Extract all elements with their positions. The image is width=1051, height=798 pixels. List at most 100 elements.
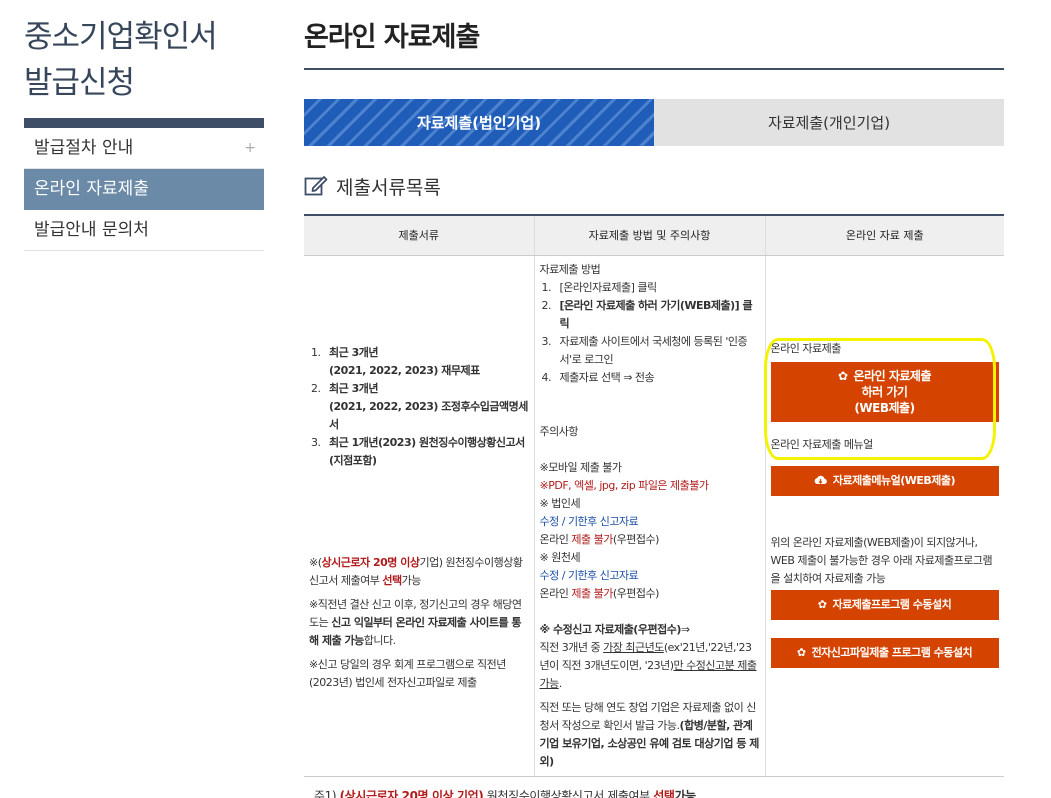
- sidebar-item-label: 발급절차 안내: [34, 138, 134, 158]
- gear-icon: ✿: [817, 597, 827, 611]
- manual-label: 온라인 자료제출 메뉴얼: [770, 437, 874, 451]
- required-docs-cell: 1. 최근 3개년 (2021, 2022, 2023) 재무제표 2. 최근 3…: [304, 255, 534, 777]
- caution-with-online: 온라인 제출 불가(우편접수): [540, 585, 761, 603]
- efile-program-button[interactable]: ✿ 전자신고파일제출 프로그램 수동설치: [770, 637, 999, 668]
- section-title: 제출서류목록: [336, 176, 441, 199]
- text: 제출 불가: [571, 586, 613, 600]
- button-label: 자료제출프로그램 수동설치: [832, 597, 952, 611]
- text: 온라인: [539, 532, 572, 546]
- doc-line: (2021, 2022, 2023) 조정후수입금액명세서: [329, 399, 528, 431]
- doc-line: (지점포함): [329, 453, 377, 467]
- text: (우편접수): [612, 532, 660, 546]
- text: .: [558, 676, 563, 690]
- text: 가장 최근년도: [603, 640, 664, 654]
- table-row: 1. 최근 3개년 (2021, 2022, 2023) 재무제표 2. 최근 3…: [304, 255, 1004, 777]
- note-paragraph: ※신고 당일의 경우 회계 프로그램으로 직전년(2023년) 법인세 전자신고…: [309, 657, 506, 689]
- text: (상시근로자 20명 이상 기업): [339, 788, 484, 798]
- list-item: 2. [온라인 자료제출 하러 가기(WEB제출)] 클릭: [540, 297, 761, 333]
- button-label: 하러 가기: [861, 384, 908, 399]
- list-num: 2.: [311, 381, 321, 395]
- doc-line: (2021, 2022, 2023) 재무제표: [329, 363, 480, 377]
- step-text: 자료제출 사이트에서 국세청에 등록된 '인증서'로 로그인: [559, 334, 748, 366]
- text: 선택: [653, 788, 675, 798]
- text: (우편접수): [612, 586, 660, 600]
- manual-button[interactable]: 자료제출메뉴얼(WEB제출): [770, 465, 999, 496]
- list-num: 1.: [541, 280, 552, 294]
- text: 주1): [314, 788, 340, 798]
- edit-icon: [304, 176, 328, 196]
- doc-line: 최근 3개년: [329, 345, 378, 359]
- text: 직전 3개년 중: [539, 640, 604, 654]
- install-program-button[interactable]: ✿ 자료제출프로그램 수동설치: [770, 589, 999, 620]
- document-table: 제출서류 자료제출 방법 및 주의사항 온라인 자료 제출 1. 최근 3개년 (…: [304, 214, 1004, 777]
- list-item: 1. 최근 3개년 (2021, 2022, 2023) 재무제표: [309, 344, 529, 380]
- sidebar-item-online-submission[interactable]: 온라인 자료제출: [24, 169, 264, 210]
- page-title: 온라인 자료제출: [304, 22, 480, 53]
- text: 선택: [382, 573, 402, 587]
- step-text: [온라인자료제출] 클릭: [559, 280, 658, 294]
- sidebar-item-label: 온라인 자료제출: [34, 179, 149, 199]
- method-title: 자료제출 방법: [539, 262, 601, 276]
- tab-individual[interactable]: 자료제출(개인기업): [654, 99, 1004, 146]
- text: 가능: [674, 788, 697, 798]
- caution-corp-online: 온라인 제출 불가(우편접수): [540, 531, 761, 549]
- caution-withholding: ※ 원천세: [539, 550, 581, 564]
- sidebar-title-line1: 중소기업확인서: [24, 19, 218, 55]
- list-num: 1.: [311, 345, 321, 359]
- list-num: 2.: [541, 298, 552, 312]
- startup-note: 직전 또는 당해 연도 창업 기업은 자료제출 없이 신청서 작성으로 확인서 …: [540, 699, 761, 771]
- tab-corporate[interactable]: 자료제출(법인기업): [304, 99, 654, 146]
- note-paragraph: ※직전년 결산 신고 이후, 정기신고의 경우 해당연도는 신고 익일부터 온라…: [309, 596, 529, 650]
- sidebar-divider: [24, 118, 264, 128]
- required-docs-list: 1. 최근 3개년 (2021, 2022, 2023) 재무제표 2. 최근 3…: [309, 344, 529, 470]
- amend-detail: 직전 3개년 중 가장 최근년도(ex'21년,'22년,'23년이 직전 3개…: [540, 639, 761, 693]
- main-content: 온라인 자료제출 자료제출(법인기업) 자료제출(개인기업) 제출서류목록 제출…: [304, 0, 1004, 798]
- plus-icon: +: [244, 140, 256, 156]
- caution-with-late: 수정 / 기한후 신고자료: [539, 568, 639, 582]
- text: ※ 수정신고 자료제출(우편접수): [539, 622, 682, 636]
- table-header: 온라인 자료 제출: [764, 215, 1004, 256]
- text: 온라인: [539, 586, 572, 600]
- method-cell: 자료제출 방법 1. [온라인자료제출] 클릭 2. [온라인 자료제출 하러 가기…: [533, 255, 765, 777]
- caution-mobile: ※모바일 제출 불가: [539, 460, 623, 474]
- doc-line: 최근 3개년: [329, 381, 378, 395]
- button-label: 온라인 자료제출: [853, 368, 932, 383]
- list-item: 3. 최근 1개년(2023) 원천징수이행상황신고서 (지점포함): [309, 434, 529, 470]
- text: 신고 익일부터 온라인 자료제출 사이트를 통해 제출 가능: [309, 615, 522, 647]
- sidebar-title-line2: 발급신청: [24, 65, 135, 101]
- gear-icon: ✿: [796, 645, 806, 659]
- sidebar-item-issue-procedure[interactable]: 발급절차 안내 +: [24, 128, 264, 169]
- caution-corp-tax: ※ 법인세: [539, 496, 581, 510]
- text: 원천징수이행상황신고서 제출여부: [483, 788, 654, 798]
- online-submit-cell: 온라인 자료제출 ✿ 온라인 자료제출 하러 가기 (WEB제출) 온라인 자료제…: [763, 255, 1004, 777]
- tab-label: 자료제출(개인기업): [767, 114, 891, 132]
- sidebar-item-label: 발급안내 문의처: [34, 220, 149, 240]
- table-header: 제출서류: [304, 215, 534, 256]
- button-label: 자료제출메뉴얼(WEB제출): [832, 473, 956, 487]
- note-paragraph: ※(상시근로자 20명 이상기업) 원천징수이행상황신고서 제출여부 선택가능: [309, 554, 529, 590]
- list-item: 3. 자료제출 사이트에서 국세청에 등록된 '인증서'로 로그인: [540, 333, 761, 369]
- tab-label: 자료제출(법인기업): [416, 114, 542, 132]
- table-header: 자료제출 방법 및 주의사항: [533, 215, 765, 256]
- text: ※(: [309, 555, 322, 569]
- docs-notes: ※(상시근로자 20명 이상기업) 원천징수이행상황신고서 제출여부 선택가능 …: [309, 554, 529, 692]
- install-note: 위의 온라인 자료제출(WEB제출)이 되지않거나, WEB 제출이 불가능한 …: [770, 535, 993, 585]
- sidebar-item-contact[interactable]: 발급안내 문의처: [24, 210, 264, 251]
- footnote: 주1) (상시근로자 20명 이상 기업) 원천징수이행상황신고서 제출여부 선…: [304, 787, 1004, 798]
- table-header-row: 제출서류 자료제출 방법 및 주의사항 온라인 자료 제출: [304, 215, 1004, 256]
- button-label: 전자신고파일제출 프로그램 수동설치: [811, 645, 973, 659]
- method-steps: 1. [온라인자료제출] 클릭 2. [온라인 자료제출 하러 가기(WEB제출)]…: [540, 279, 761, 387]
- gear-icon: ✿: [837, 368, 848, 383]
- caution-file-types: ※PDF, 엑셀, jpg, zip 파일은 제출불가: [539, 478, 710, 492]
- tab-bar: 자료제출(법인기업) 자료제출(개인기업): [304, 99, 1004, 146]
- web-submit-button[interactable]: ✿ 온라인 자료제출 하러 가기 (WEB제출): [770, 361, 999, 422]
- step-text: [온라인 자료제출 하러 가기(WEB제출)] 클릭: [559, 298, 753, 330]
- text: 가능: [401, 573, 422, 587]
- cloud-download-icon: [814, 475, 827, 485]
- amend-note: ※ 수정신고 자료제출(우편접수)⇒: [540, 621, 761, 639]
- section-heading: 제출서류목록: [304, 172, 1004, 200]
- caution-title: 주의사항: [539, 424, 579, 438]
- list-item: 4. 제출자료 선택 ⇒ 전송: [540, 369, 761, 387]
- title-divider: [304, 68, 1004, 70]
- text: 상시근로자 20명 이상: [321, 555, 420, 569]
